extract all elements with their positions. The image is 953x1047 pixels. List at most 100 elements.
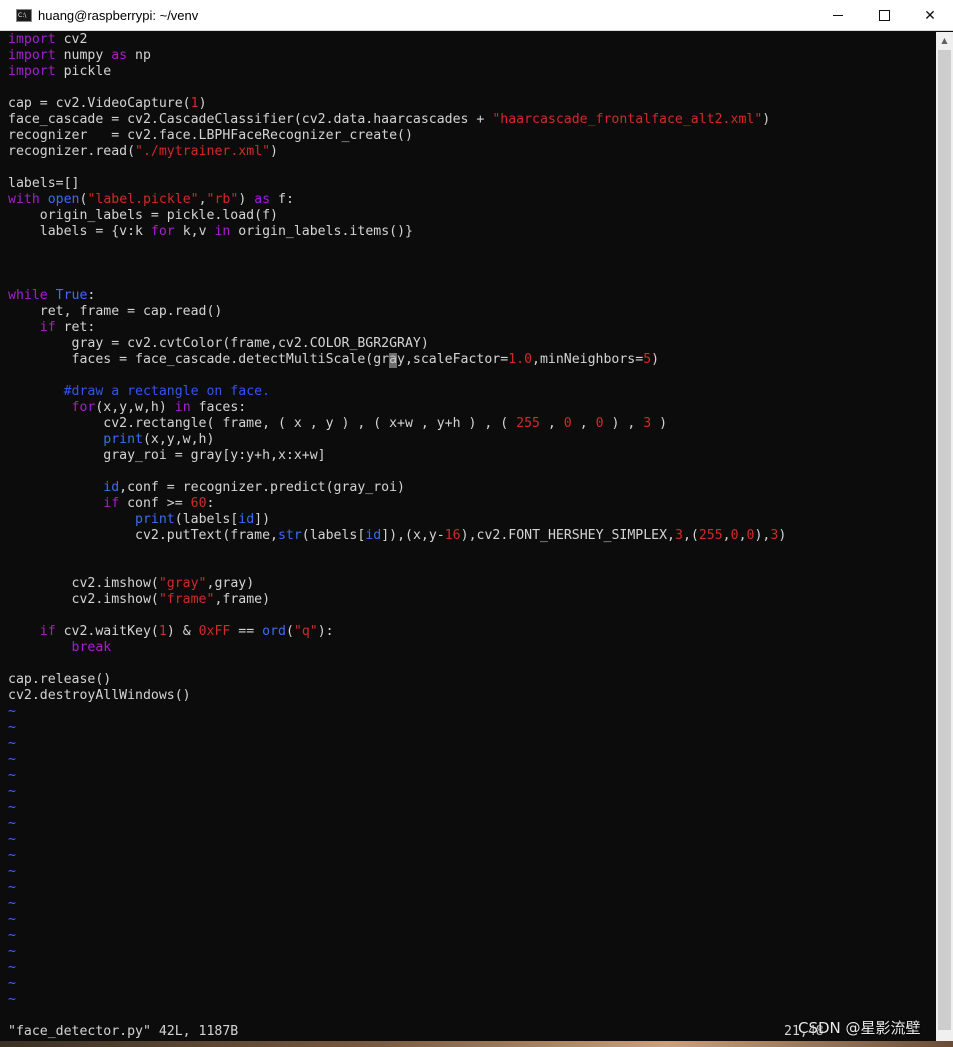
code-line: cap = cv2.VideoCapture(1): [8, 96, 207, 112]
code-token: 3: [675, 528, 683, 543]
code-token: 1.0: [508, 352, 533, 367]
code-line: cv2.putText(frame,str(labels[id]),(x,y-1…: [8, 528, 786, 544]
code-token: 1: [190, 96, 199, 111]
status-file-info: "face_detector.py" 42L, 1187B: [8, 1024, 239, 1039]
code-token: k,v: [174, 224, 215, 239]
code-token: cv2.waitKey(: [55, 624, 159, 639]
tilde-marker: ~: [8, 912, 16, 927]
code-token: ),: [754, 528, 771, 543]
code-token: origin_labels.items()}: [230, 224, 413, 239]
code-token: "frame": [158, 592, 215, 607]
code-token: with: [8, 192, 40, 207]
code-token: ): [651, 416, 668, 431]
code-token: gray_roi = gray[y:y+h,x:x+w]: [8, 448, 326, 463]
code-token: open: [47, 192, 80, 207]
maximize-button[interactable]: [861, 0, 907, 31]
title-bar[interactable]: C:\ huang@raspberrypi: ~/venv ✕: [0, 0, 953, 31]
code-token: import: [8, 64, 56, 79]
code-line: gray = cv2.cvtColor(frame,cv2.COLOR_BGR2…: [8, 336, 429, 352]
code-token: labels = {v:k: [8, 224, 151, 239]
code-token: origin_labels = pickle.load(f): [8, 208, 278, 223]
code-line: while True:: [8, 288, 95, 304]
vertical-scrollbar[interactable]: ▲: [936, 32, 953, 1047]
code-token: pickle: [55, 64, 112, 79]
code-token: 3: [643, 416, 652, 431]
code-token: "gray": [158, 576, 207, 591]
code-line: labels = {v:k for k,v in origin_labels.i…: [8, 224, 413, 240]
desktop-background-strip: [0, 1041, 953, 1047]
code-token: for: [71, 400, 96, 415]
code-token: while: [8, 288, 48, 303]
minimize-button[interactable]: [815, 0, 861, 31]
tilde-marker: ~: [8, 880, 16, 895]
code-token: in: [174, 400, 191, 415]
code-token: f:: [270, 192, 294, 207]
code-token: 255: [698, 528, 723, 543]
code-line: if conf >= 60:: [8, 496, 214, 512]
code-line: cap.release(): [8, 672, 111, 688]
code-line: recognizer = cv2.face.LBPHFaceRecognizer…: [8, 128, 413, 144]
terminal-app-icon[interactable]: C:\: [16, 9, 32, 22]
code-token: recognizer.read(: [8, 144, 136, 159]
close-button[interactable]: ✕: [907, 0, 953, 31]
code-line: cv2.destroyAllWindows(): [8, 688, 191, 704]
code-token: "haarcascade_frontalface_alt2.xml": [492, 112, 763, 127]
code-token: ): [238, 192, 255, 207]
code-token: ,minNeighbors=: [532, 352, 644, 367]
code-token: id: [103, 480, 120, 495]
code-token: :: [87, 288, 96, 303]
code-token: (labels[: [301, 528, 366, 543]
code-token: ): [651, 352, 660, 367]
code-token: for: [150, 224, 175, 239]
code-token: cap = cv2.VideoCapture(: [8, 96, 191, 111]
code-token: ,: [722, 528, 731, 543]
tilde-marker: ~: [8, 896, 16, 911]
code-token: print: [103, 432, 143, 447]
code-token: as: [254, 192, 271, 207]
vim-editor-area[interactable]: import cv2 import numpy as np import pickl…: [0, 32, 936, 1047]
minimize-icon: [833, 15, 843, 16]
code-token: ): [778, 528, 787, 543]
code-token: cv2.destroyAllWindows(): [8, 688, 191, 703]
code-token: ,: [539, 416, 564, 431]
code-token: ==: [230, 624, 263, 639]
code-token: labels=[]: [8, 176, 80, 191]
code-token: 1: [158, 624, 167, 639]
tilde-marker: ~: [8, 864, 16, 879]
code-token: ): [762, 112, 771, 127]
code-line: print(x,y,w,h): [8, 432, 214, 448]
scrollbar-thumb[interactable]: [938, 50, 951, 1030]
code-token: 255: [516, 416, 540, 431]
code-token: cv2.imshow(: [8, 592, 159, 607]
code-token: recognizer = cv2.face.LBPHFaceRecognizer…: [8, 128, 413, 143]
code-token: ,conf = recognizer.predict(gray_roi): [119, 480, 405, 495]
code-token: break: [71, 640, 112, 655]
code-token: conf >=: [119, 496, 191, 511]
code-token: ret:: [55, 320, 96, 335]
code-token: faces = face_cascade.detectMultiScale(gr…: [8, 352, 509, 367]
code-token: True: [55, 288, 88, 303]
code-line: import cv2: [8, 32, 87, 48]
code-token: ret, frame = cap.read(): [8, 304, 223, 319]
code-token: ]),(x,y-: [381, 528, 445, 543]
code-token: gray = cv2.cvtColor(frame,cv2.COLOR_BGR2…: [8, 336, 429, 351]
scroll-up-arrow-icon[interactable]: ▲: [936, 32, 953, 49]
code-line: ret, frame = cap.read(): [8, 304, 223, 320]
code-token: face_cascade = cv2.CascadeClassifier(cv2…: [8, 112, 493, 127]
code-line: face_cascade = cv2.CascadeClassifier(cv2…: [8, 112, 770, 128]
tilde-marker: ~: [8, 720, 16, 735]
code-line: if ret:: [8, 320, 96, 336]
code-token: id: [238, 512, 255, 527]
tilde-marker: ~: [8, 800, 16, 815]
code-token: "./mytrainer.xml": [135, 144, 271, 159]
code-token: (x,y,w,h): [95, 400, 175, 415]
code-token: id: [365, 528, 382, 543]
code-token: cap.release(): [8, 672, 112, 687]
code-line: break: [8, 640, 112, 656]
code-token: if: [103, 496, 120, 511]
code-line: for(x,y,w,h) in faces:: [8, 400, 247, 416]
